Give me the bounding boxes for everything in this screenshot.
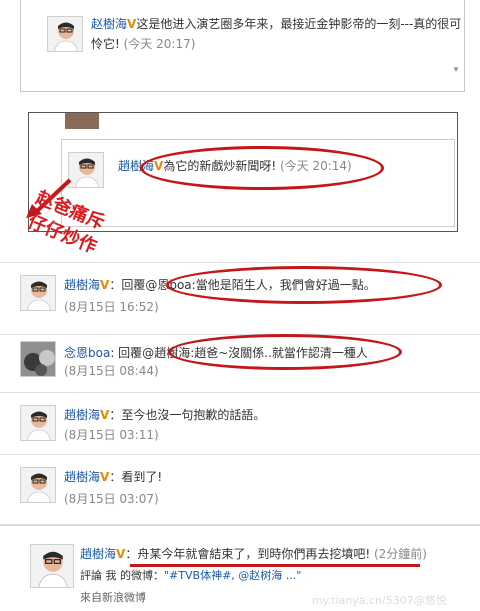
post-line: 趙樹海V：舟某今年就會結束了，到時你們再去挖墳吧! (2分鐘前) bbox=[80, 544, 427, 564]
verified-icon: V bbox=[100, 278, 110, 292]
timestamp: (今天 20:17) bbox=[123, 37, 196, 51]
top-comment-line1: 赵樹海V这是他进入演艺圈多年来，最接近金钟影帝的一刻---真的很可 bbox=[91, 14, 461, 34]
comment-text: 恩boa:當他是陌生人，我們會好過一點。 bbox=[157, 278, 376, 292]
timestamp: (今天 20:14) bbox=[279, 159, 352, 173]
verified-icon: V bbox=[100, 470, 110, 484]
verified-icon: V bbox=[100, 408, 110, 422]
comment-line: 趙樹海V：至今也沒一句抱歉的話語。 bbox=[64, 405, 265, 425]
comment-text: 為它的新戲炒新聞呀! bbox=[163, 159, 280, 173]
commenter-name[interactable]: 赵樹海 bbox=[91, 17, 127, 31]
commenter-name[interactable]: 念恩boa bbox=[64, 346, 110, 360]
commenter-name[interactable]: 趙樹海 bbox=[64, 278, 100, 292]
partial-avatar bbox=[65, 113, 99, 129]
commenter-name[interactable]: 趙樹海 bbox=[118, 159, 154, 173]
commenter-name[interactable]: 趙樹海 bbox=[64, 408, 100, 422]
comment-text: ：至今也沒一句抱歉的話語。 bbox=[109, 408, 266, 422]
commenter-name[interactable]: 趙樹海 bbox=[64, 470, 100, 484]
top-comment-panel: 赵樹海V这是他进入演艺圈多年来，最接近金钟影帝的一刻---真的很可 怜它! (今… bbox=[20, 0, 465, 92]
avatar[interactable] bbox=[30, 544, 74, 588]
comment-label: 評論 我 的微博： bbox=[80, 569, 164, 582]
avatar[interactable] bbox=[20, 467, 56, 503]
verified-icon: V bbox=[116, 547, 126, 561]
avatar[interactable] bbox=[20, 341, 56, 377]
bottom-post: 趙樹海V：舟某今年就會結束了，到時你們再去挖墳吧! (2分鐘前) 評論 我 的微… bbox=[0, 524, 480, 611]
comment-text: 趙樹海:趙爸~沒關係..就當作認清一種人 bbox=[154, 346, 368, 360]
comment-line: 趙樹海V：看到了! bbox=[64, 467, 162, 487]
comment-line: 評論 我 的微博："#TVB体神#, @赵树海 ..." bbox=[80, 566, 301, 586]
reply-prefix: 回覆@ bbox=[121, 278, 158, 292]
avatar[interactable] bbox=[47, 16, 83, 52]
timestamp: (8月15日 03:11) bbox=[64, 428, 159, 442]
verified-icon: V bbox=[127, 17, 137, 31]
timestamp: (8月15日 03:07) bbox=[64, 492, 159, 506]
comment-row: 念恩boa: 回覆@趙樹海:趙爸~沒關係..就當作認清一種人 (8月15日 08… bbox=[0, 334, 480, 390]
comment-text: ：看到了! bbox=[109, 470, 163, 484]
inner-comment-box: 趙樹海V為它的新戲炒新聞呀! (今天 20:14) bbox=[61, 139, 455, 227]
verified-icon: V bbox=[154, 159, 164, 173]
watermark-text: my.tianya.cn/5307@悠悦 bbox=[312, 594, 447, 607]
scroll-down-icon[interactable]: ▾ bbox=[450, 64, 462, 76]
comment-row: 趙樹海V：回覆@恩boa:當他是陌生人，我們會好過一點。 (8月15日 16:5… bbox=[0, 262, 480, 334]
poster-name[interactable]: 趙樹海 bbox=[80, 547, 116, 561]
comment-prefix: ： bbox=[109, 278, 122, 292]
comment-row: 趙樹海V：至今也沒一句抱歉的話語。 (8月15日 03:11) bbox=[0, 392, 480, 450]
source-text[interactable]: 來自新浪微博 bbox=[80, 591, 146, 604]
source-line: 來自新浪微博 bbox=[80, 588, 146, 608]
comment-line: 念恩boa: 回覆@趙樹海:趙爸~沒關係..就當作認清一種人 bbox=[64, 343, 368, 363]
timestamp: (8月15日 16:52) bbox=[64, 300, 159, 314]
reply-prefix: : 回覆@ bbox=[110, 346, 155, 360]
timestamp: (2分鐘前) bbox=[373, 547, 427, 561]
mid-comment-line: 趙樹海V為它的新戲炒新聞呀! (今天 20:14) bbox=[118, 156, 352, 176]
timestamp: (8月15日 08:44) bbox=[64, 364, 159, 378]
comment-row: 趙樹海V：看到了! (8月15日 03:07) bbox=[0, 454, 480, 522]
top-comment-line2: 怜它! (今天 20:17) bbox=[91, 34, 195, 54]
avatar[interactable] bbox=[20, 405, 56, 441]
comment-text: 这是他进入演艺圈多年来，最接近金钟影帝的一刻---真的很可 bbox=[136, 17, 462, 31]
comment-text-cont: 怜它! bbox=[91, 37, 124, 51]
comment-quote[interactable]: "#TVB体神#, @赵树海 ..." bbox=[164, 569, 301, 582]
post-text: ：舟某今年就會結束了，到時你們再去挖墳吧! bbox=[125, 547, 374, 561]
avatar[interactable] bbox=[20, 275, 56, 311]
comment-line: 趙樹海V：回覆@恩boa:當他是陌生人，我們會好過一點。 bbox=[64, 275, 376, 295]
